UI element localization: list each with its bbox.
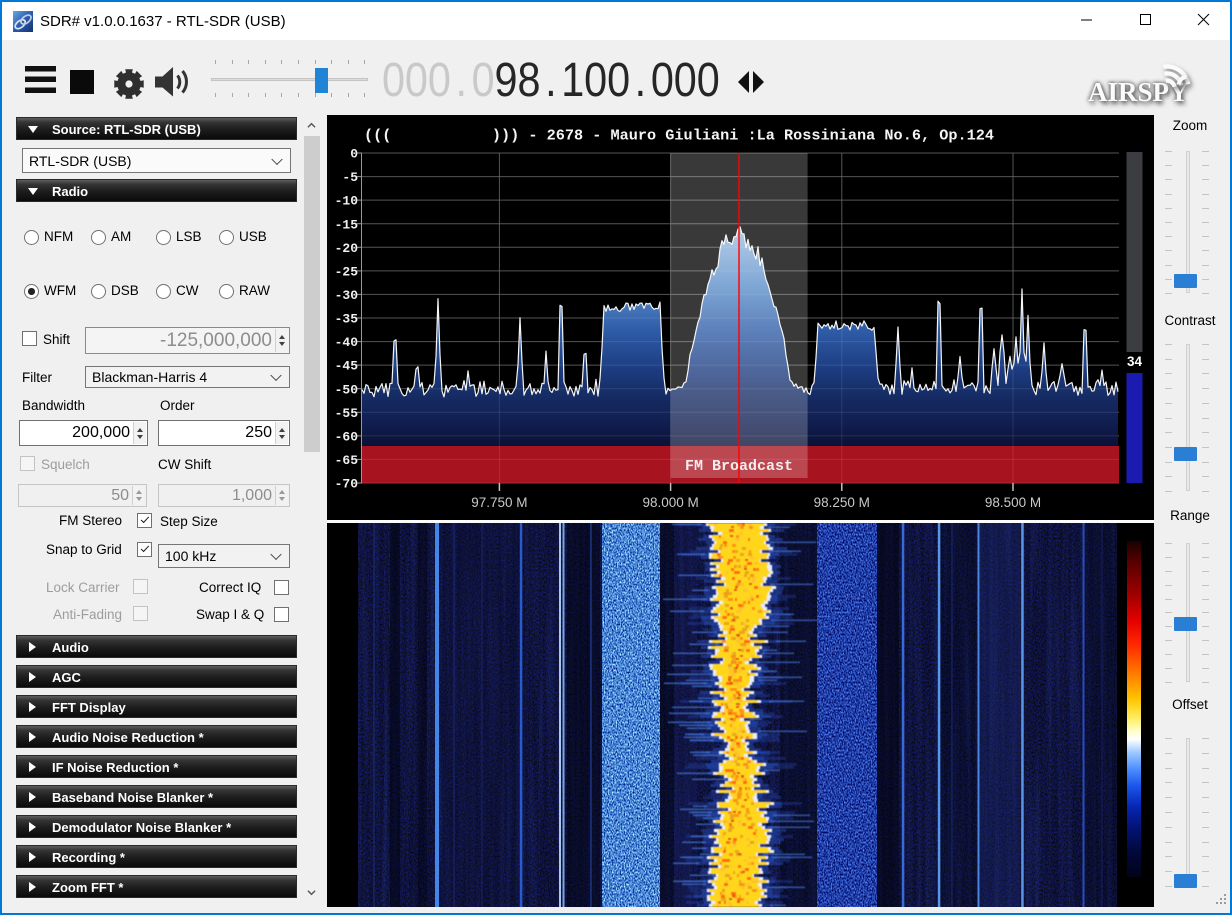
svg-text:-5: -5 [342,170,358,185]
svg-text:98.000 M: 98.000 M [642,495,698,510]
svg-text:-70: -70 [335,477,359,492]
svg-text:97.750 M: 97.750 M [471,495,527,510]
svg-text:-55: -55 [335,406,359,421]
svg-text:98.250 M: 98.250 M [814,495,870,510]
svg-text:-20: -20 [335,241,359,256]
svg-text:-15: -15 [335,217,359,232]
svg-text:((( ))) - 2678 - Mau: ((( ))) - 2678 - Mauro Giuliani :La Ross… [364,128,994,145]
svg-text:34: 34 [1127,354,1143,369]
svg-text:-50: -50 [335,382,359,397]
svg-text:-60: -60 [335,430,359,445]
svg-text:-35: -35 [335,312,359,327]
svg-text:-40: -40 [335,335,359,350]
svg-text:98.500 M: 98.500 M [985,495,1041,510]
svg-text:-45: -45 [335,359,359,374]
svg-text:-30: -30 [335,288,359,303]
svg-text:-10: -10 [335,194,359,209]
svg-text:-25: -25 [335,265,359,280]
svg-text:0: 0 [350,147,358,162]
svg-text:-65: -65 [335,453,359,468]
